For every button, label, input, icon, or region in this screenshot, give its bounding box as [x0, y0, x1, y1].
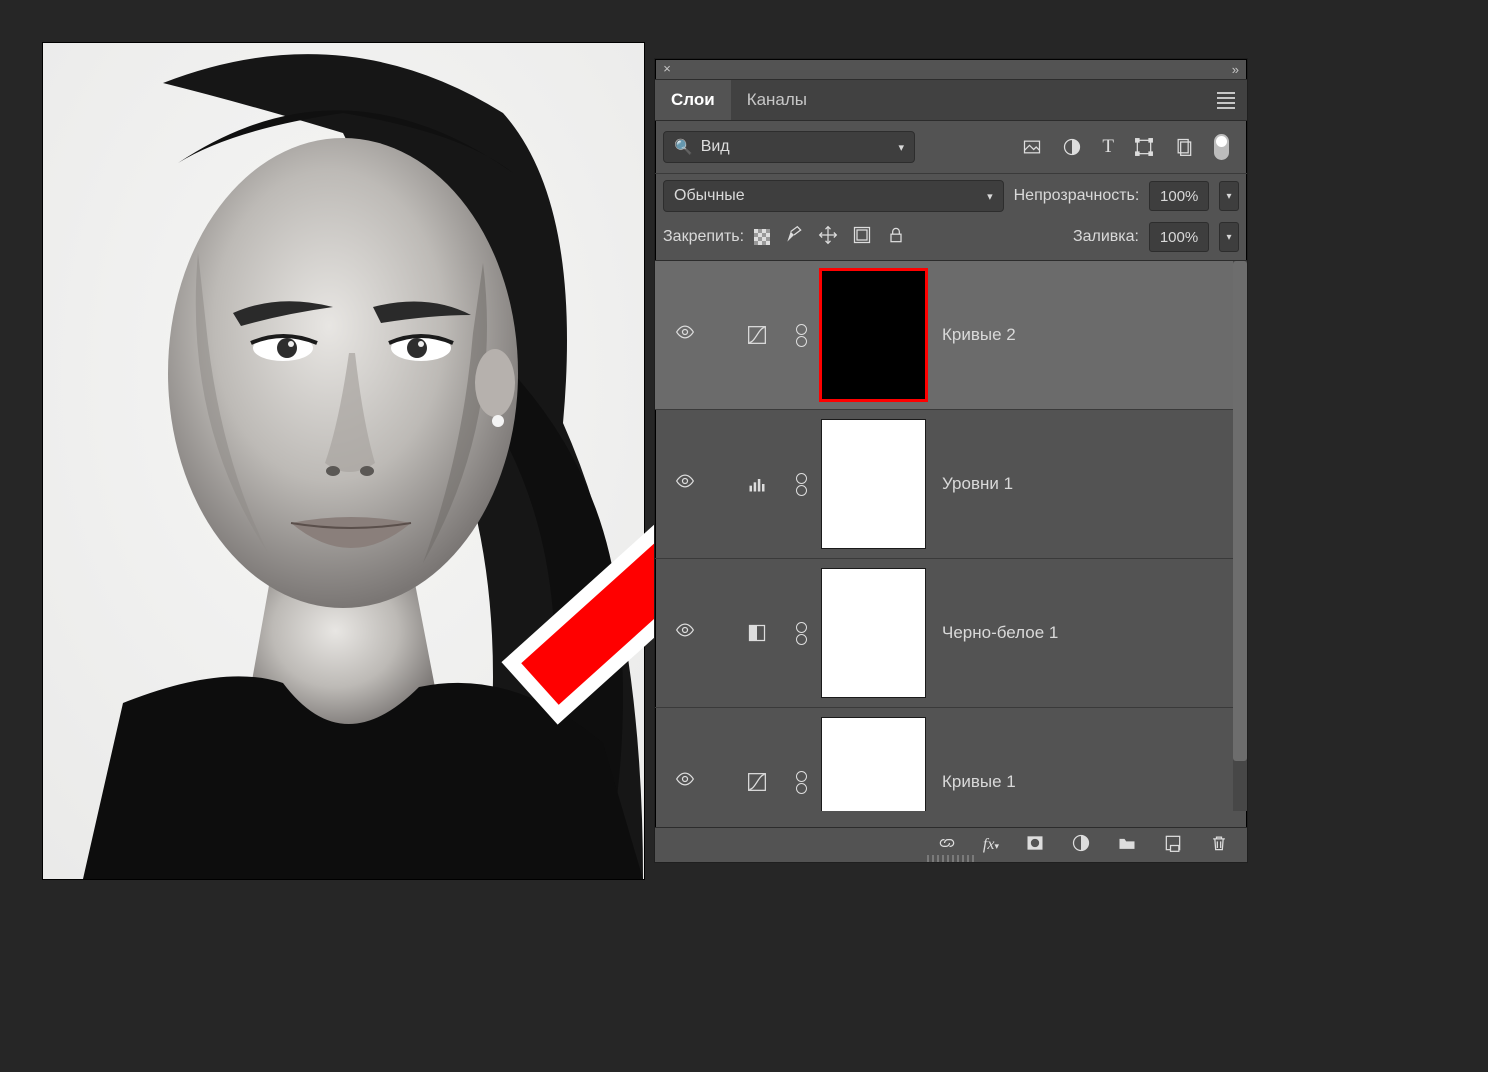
layer-fx-icon[interactable]: fx▾ [983, 836, 999, 854]
link-mask-icon[interactable] [789, 473, 813, 496]
adjustment-thumb[interactable] [743, 768, 771, 796]
lock-position-icon[interactable] [818, 225, 838, 249]
layer-filter-dropdown[interactable]: 🔍 Вид ▾ [663, 131, 915, 163]
resize-grip[interactable] [927, 855, 975, 862]
search-icon: 🔍 [674, 138, 693, 156]
layer-name[interactable]: Кривые 2 [942, 325, 1016, 345]
document-canvas[interactable] [42, 42, 645, 880]
portrait-image [43, 43, 644, 879]
workspace: × » Слои Каналы 🔍 Вид ▾ T [0, 0, 1488, 1072]
opacity-flyout[interactable]: ▾ [1219, 181, 1239, 211]
layer-row[interactable]: Кривые 1 [655, 708, 1247, 811]
collapse-icon[interactable]: » [1232, 62, 1239, 77]
chevron-down-icon: ▾ [987, 190, 993, 203]
layer-row[interactable]: Черно-белое 1 [655, 559, 1247, 708]
visibility-icon[interactable] [665, 769, 705, 795]
opacity-value[interactable]: 100% [1149, 181, 1209, 211]
tab-channels[interactable]: Каналы [731, 80, 823, 120]
blend-mode-dropdown[interactable]: Обычные ▾ [663, 180, 1004, 212]
close-icon[interactable]: × [655, 59, 679, 79]
scrollbar-thumb[interactable] [1233, 261, 1247, 761]
adjustment-thumb[interactable] [743, 470, 771, 498]
layer-row[interactable]: Кривые 2 [655, 261, 1247, 410]
layer-mask-thumb[interactable] [821, 568, 926, 698]
layers-panel: × » Слои Каналы 🔍 Вид ▾ T [654, 58, 1248, 863]
panel-menu-icon[interactable] [1217, 92, 1235, 109]
opacity-label: Непрозрачность: [1014, 187, 1140, 205]
layer-mask-thumb[interactable] [821, 717, 926, 811]
link-mask-icon[interactable] [789, 771, 813, 794]
link-layers-icon[interactable] [937, 833, 957, 858]
new-group-icon[interactable] [1117, 833, 1137, 858]
blend-mode-value: Обычные [674, 187, 745, 205]
layer-name[interactable]: Кривые 1 [942, 772, 1016, 792]
lock-artboard-icon[interactable] [852, 225, 872, 249]
layer-mask-thumb[interactable] [821, 419, 926, 549]
scrollbar-track[interactable] [1233, 261, 1247, 811]
layers-list: Кривые 2 Уровни 1 Черно-белое 1 Кривые 1 [655, 260, 1247, 811]
layer-row[interactable]: Уровни 1 [655, 410, 1247, 559]
adjustment-thumb[interactable] [743, 321, 771, 349]
filter-shape-icon[interactable] [1134, 137, 1154, 157]
delete-layer-icon[interactable] [1209, 833, 1229, 858]
add-adjustment-icon[interactable] [1071, 833, 1091, 858]
filter-type-icon[interactable]: T [1102, 136, 1114, 158]
lock-pixels-icon[interactable] [784, 225, 804, 249]
chevron-down-icon: ▾ [898, 141, 904, 154]
visibility-icon[interactable] [665, 322, 705, 348]
layer-mask-thumb[interactable] [821, 270, 926, 400]
layer-name[interactable]: Черно-белое 1 [942, 623, 1058, 643]
fill-value[interactable]: 100% [1149, 222, 1209, 252]
lock-transparency-icon[interactable] [754, 229, 770, 245]
tab-layers[interactable]: Слои [655, 80, 731, 120]
link-mask-icon[interactable] [789, 324, 813, 347]
filter-smart-icon[interactable] [1174, 137, 1194, 157]
lock-all-icon[interactable] [886, 225, 906, 249]
add-mask-icon[interactable] [1025, 833, 1045, 858]
link-mask-icon[interactable] [789, 622, 813, 645]
layer-filter-label: Вид [701, 138, 730, 156]
filter-pixel-icon[interactable] [1022, 137, 1042, 157]
new-layer-icon[interactable] [1163, 833, 1183, 858]
fill-label: Заливка: [1073, 228, 1139, 246]
adjustment-thumb[interactable] [743, 619, 771, 647]
visibility-icon[interactable] [665, 620, 705, 646]
filter-adjust-icon[interactable] [1062, 137, 1082, 157]
layer-name[interactable]: Уровни 1 [942, 474, 1013, 494]
lock-label: Закрепить: [663, 228, 744, 246]
visibility-icon[interactable] [665, 471, 705, 497]
fill-flyout[interactable]: ▾ [1219, 222, 1239, 252]
filter-toggle[interactable] [1214, 134, 1229, 160]
